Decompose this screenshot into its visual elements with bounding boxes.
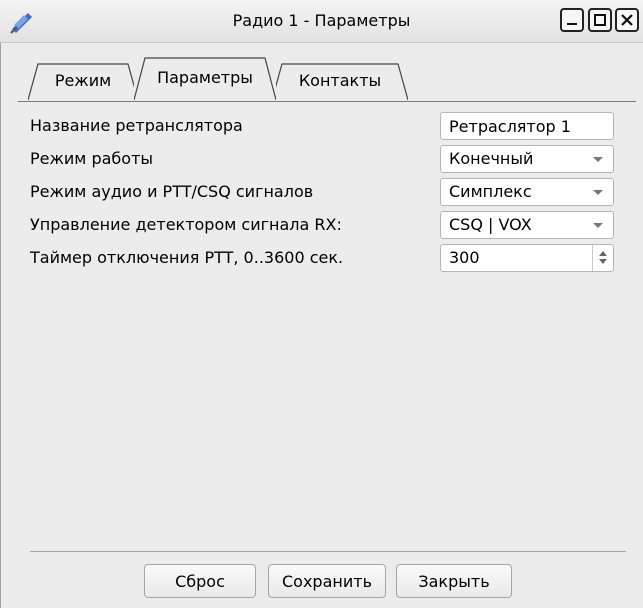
audio-mode-row: Режим аудио и PTT/CSQ сигналов Симплекс xyxy=(30,178,620,208)
close-window-button[interactable] xyxy=(615,8,639,32)
ptt-timer-value: 300 xyxy=(449,248,480,267)
window-border xyxy=(0,42,1,608)
tab-parameters[interactable]: Параметры xyxy=(134,56,276,100)
spin-up-icon[interactable] xyxy=(599,251,607,256)
minimize-icon xyxy=(567,23,577,25)
tab-contacts-label: Контакты xyxy=(298,71,382,90)
work-mode-select[interactable]: Конечный xyxy=(440,145,614,173)
maximize-button[interactable] xyxy=(588,8,612,32)
minimize-button[interactable] xyxy=(560,8,584,32)
ptt-timer-label: Таймер отключения PTT, 0..3600 сек. xyxy=(30,248,344,267)
save-button[interactable]: Сохранить xyxy=(268,564,386,598)
work-mode-value: Конечный xyxy=(449,149,534,168)
spin-down-icon[interactable] xyxy=(599,259,607,264)
tab-divider xyxy=(18,101,636,102)
relay-name-input[interactable] xyxy=(440,112,614,140)
rx-detector-row: Управление детектором сигнала RX: CSQ | … xyxy=(30,211,620,241)
relay-name-row: Название ретранслятора xyxy=(30,112,620,142)
audio-mode-select[interactable]: Симплекс xyxy=(440,178,614,206)
dialog-window: Радио 1 - Параметры Режим Контакты Парам… xyxy=(0,0,643,608)
tab-bar: Режим Контакты Параметры xyxy=(14,52,634,102)
rx-detector-select[interactable]: CSQ | VOX xyxy=(440,211,614,239)
window-title: Радио 1 - Параметры xyxy=(232,11,411,30)
maximize-icon xyxy=(594,14,606,26)
close-button[interactable]: Закрыть xyxy=(396,564,512,598)
chevron-down-icon xyxy=(593,190,603,195)
tab-contacts[interactable]: Контакты xyxy=(272,62,408,100)
ptt-timer-spinbox[interactable]: 300 xyxy=(440,244,614,272)
audio-mode-value: Симплекс xyxy=(449,182,532,201)
rx-detector-label: Управление детектором сигнала RX: xyxy=(30,215,342,234)
tab-parameters-label: Параметры xyxy=(157,68,253,87)
reset-button[interactable]: Сброс xyxy=(144,564,256,598)
relay-name-label: Название ретранслятора xyxy=(30,116,243,135)
work-mode-label: Режим работы xyxy=(30,149,154,168)
ptt-timer-row: Таймер отключения PTT, 0..3600 сек. 300 xyxy=(30,244,620,274)
tab-mode[interactable]: Режим xyxy=(28,62,138,100)
rx-detector-value: CSQ | VOX xyxy=(449,215,532,234)
audio-mode-label: Режим аудио и PTT/CSQ сигналов xyxy=(30,182,314,201)
close-icon xyxy=(621,14,633,26)
work-mode-row: Режим работы Конечный xyxy=(30,145,620,175)
chevron-down-icon xyxy=(593,157,603,162)
chevron-down-icon xyxy=(593,223,603,228)
spin-buttons[interactable] xyxy=(592,245,613,271)
tab-mode-label: Режим xyxy=(54,71,112,90)
button-separator xyxy=(30,551,626,552)
title-bar[interactable]: Радио 1 - Параметры xyxy=(0,0,643,43)
